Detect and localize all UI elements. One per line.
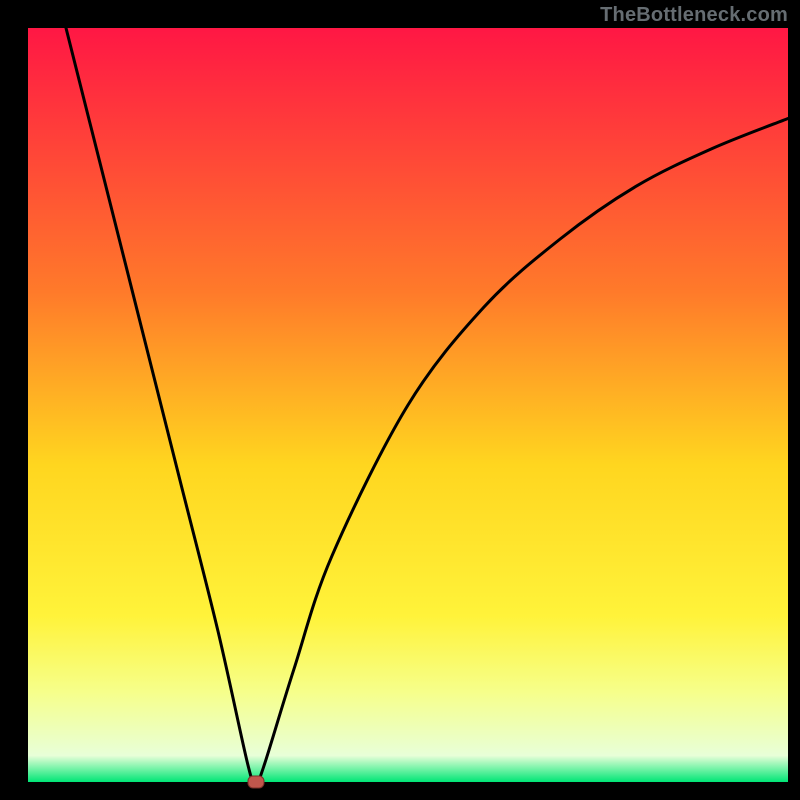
optimal-marker (248, 776, 264, 788)
bottleneck-chart (0, 0, 800, 800)
watermark-text: TheBottleneck.com (600, 4, 788, 27)
chart-frame: TheBottleneck.com (0, 0, 800, 800)
